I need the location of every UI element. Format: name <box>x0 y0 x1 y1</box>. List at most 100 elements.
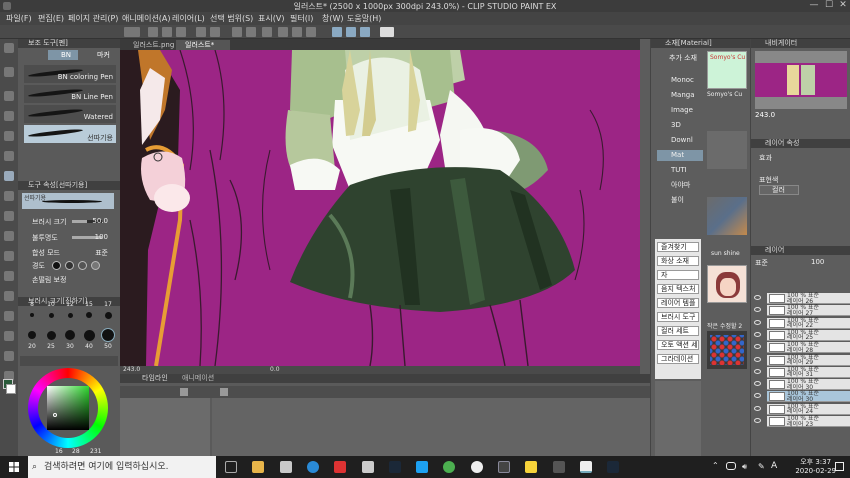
eye-icon[interactable] <box>754 295 761 300</box>
material-category-button[interactable]: 그라데이션 <box>657 354 699 364</box>
clip-studio-icon[interactable] <box>124 27 140 37</box>
material-category-button[interactable]: 브러시 도구 <box>657 312 699 322</box>
selection-tool-icon[interactable] <box>4 111 14 121</box>
volume-icon[interactable]: 🔊︎ <box>742 462 747 472</box>
menu-page[interactable]: 페이지 관리(P) <box>68 13 118 24</box>
tab-document-png[interactable]: 일러스트.png <box>124 40 174 50</box>
tray-chevron-icon[interactable]: ⌃ <box>712 461 719 470</box>
stop-icon[interactable] <box>220 388 228 396</box>
input-language[interactable]: A <box>771 461 777 471</box>
color-saturation-square[interactable] <box>47 386 89 430</box>
menu-view[interactable]: 표시(V) <box>258 13 284 24</box>
app-icon-w[interactable] <box>471 461 483 473</box>
move-tool-icon[interactable] <box>4 67 14 77</box>
color-mode-select[interactable]: 컬러 <box>759 185 799 195</box>
save-icon[interactable] <box>176 27 186 37</box>
material-tree-item[interactable]: 아야마 <box>657 180 703 191</box>
material-category-button[interactable]: 레이어 템플 <box>657 298 699 308</box>
layer-row[interactable]: 100 % 표준 레이어 25 <box>754 329 850 341</box>
deselect-icon[interactable] <box>292 27 302 37</box>
layer-row[interactable]: 100 % 표준 레이어 27 <box>754 305 850 317</box>
brush-size-dot[interactable] <box>101 328 115 342</box>
material-thumb-somyo[interactable]: Somyo's Cu <box>707 51 747 89</box>
layer-row[interactable]: 100 % 표준 레이어 23 <box>754 416 850 427</box>
twitter-icon[interactable] <box>416 461 428 473</box>
prop-blend-mode[interactable]: 합성 모드 표준 <box>32 248 116 257</box>
material-tree-item[interactable]: TUTI <box>657 165 703 176</box>
auto-select-tool-icon[interactable] <box>4 131 14 141</box>
edge-icon[interactable] <box>307 461 319 473</box>
notification-icon[interactable] <box>835 462 844 471</box>
sub-color-swatch[interactable] <box>6 384 16 394</box>
gradient-tool-icon[interactable] <box>4 311 14 321</box>
layer-row[interactable]: 100 % 표준 레이어 24 <box>754 403 850 415</box>
clip-studio-taskbar-icon[interactable] <box>553 461 565 473</box>
invert-selection-icon[interactable] <box>306 27 316 37</box>
steam-icon-2[interactable] <box>607 461 619 473</box>
material-tree-item[interactable]: Image <box>657 105 703 116</box>
minimize-button[interactable]: — <box>807 0 821 12</box>
brush-size-dot[interactable] <box>104 311 112 319</box>
layer-row[interactable]: 100 % 표준 레이어 29 <box>754 354 850 366</box>
brush-item-selected[interactable]: 선따기용 <box>24 125 116 143</box>
layer-row[interactable]: 100 % 표준 레이어 31 <box>754 366 850 378</box>
layer-row[interactable]: 100 % 표준 레이어 30 <box>754 379 850 391</box>
material-tree-item[interactable]: Manga <box>657 90 703 101</box>
steam-icon[interactable] <box>389 461 401 473</box>
brush-size-dot[interactable] <box>83 329 95 341</box>
play-icon[interactable] <box>180 388 188 396</box>
material-tree-item[interactable]: Mat <box>657 150 703 161</box>
material-thumb-texture[interactable] <box>707 197 747 235</box>
eye-icon[interactable] <box>754 405 761 411</box>
select-all-icon[interactable] <box>278 27 288 37</box>
help-icon[interactable] <box>380 27 394 37</box>
menu-layer[interactable]: 레이어(L) <box>172 13 205 24</box>
timeline-tracks[interactable] <box>120 398 210 456</box>
prop-opacity[interactable]: 불투명도 100 <box>32 233 116 242</box>
brush-size-dot[interactable] <box>65 330 75 340</box>
material-category-button[interactable]: 음지 텍스처 <box>657 284 699 294</box>
close-button[interactable]: ✕ <box>836 0 850 12</box>
material-thumb-palette[interactable] <box>707 331 747 369</box>
zoom-tool-icon[interactable] <box>4 43 14 53</box>
material-tree-item[interactable]: 3D <box>657 120 703 131</box>
animation-tab[interactable]: 애니메이션 <box>182 374 214 382</box>
pen-tray-icon[interactable]: ✎ <box>758 462 765 471</box>
brush-size-dot[interactable] <box>86 312 92 318</box>
maximize-button[interactable]: ☐ <box>822 0 836 12</box>
eye-icon[interactable] <box>754 356 761 362</box>
mail-icon[interactable] <box>362 461 374 473</box>
eyedropper-tool-icon[interactable] <box>4 151 14 161</box>
snap-ruler-icon[interactable] <box>332 27 342 37</box>
navigator-preview[interactable] <box>755 51 847 109</box>
brush-size-dot[interactable] <box>28 331 36 339</box>
brush-size-dot[interactable] <box>48 312 54 318</box>
eraser-tool-icon[interactable] <box>4 251 14 261</box>
material-category-button[interactable]: 화상 소재 <box>657 256 699 266</box>
new-file-icon[interactable] <box>148 27 158 37</box>
tab-bn[interactable]: BN <box>48 50 78 60</box>
prop-stabilization[interactable]: 손떨림 보정 <box>32 275 116 284</box>
menu-help[interactable]: 도움말(H) <box>347 13 381 24</box>
drawing-canvas[interactable] <box>120 50 640 366</box>
fill-tool-icon[interactable] <box>4 291 14 301</box>
navigator-zoom[interactable]: 243.0 <box>755 111 775 119</box>
material-category-button[interactable]: 즐겨찾기 <box>657 242 699 252</box>
brush-item[interactable]: BN coloring Pen <box>24 65 116 83</box>
brush-item[interactable]: Watered <box>24 105 116 123</box>
eye-icon[interactable] <box>754 331 761 337</box>
timeline-frames[interactable] <box>212 398 650 456</box>
color-wheel[interactable] <box>28 368 108 448</box>
snap-special-ruler-icon[interactable] <box>346 27 356 37</box>
menu-edit[interactable]: 편집(E) <box>38 13 64 24</box>
menu-window[interactable]: 창(W) <box>322 13 344 24</box>
material-tree-item[interactable]: 불이 <box>657 195 703 206</box>
text-tool-icon[interactable] <box>4 351 14 361</box>
open-file-icon[interactable] <box>162 27 172 37</box>
layer-row[interactable]: 100 % 표준 레이어 28 <box>754 342 850 354</box>
menu-file[interactable]: 파일(F) <box>6 13 32 24</box>
app-icon-red[interactable] <box>334 461 346 473</box>
brush-size-dot[interactable] <box>67 312 73 318</box>
menu-filter[interactable]: 필터(I) <box>290 13 313 24</box>
taskbar-clock[interactable]: 오후 3:37 2020-02-29 <box>795 458 836 476</box>
